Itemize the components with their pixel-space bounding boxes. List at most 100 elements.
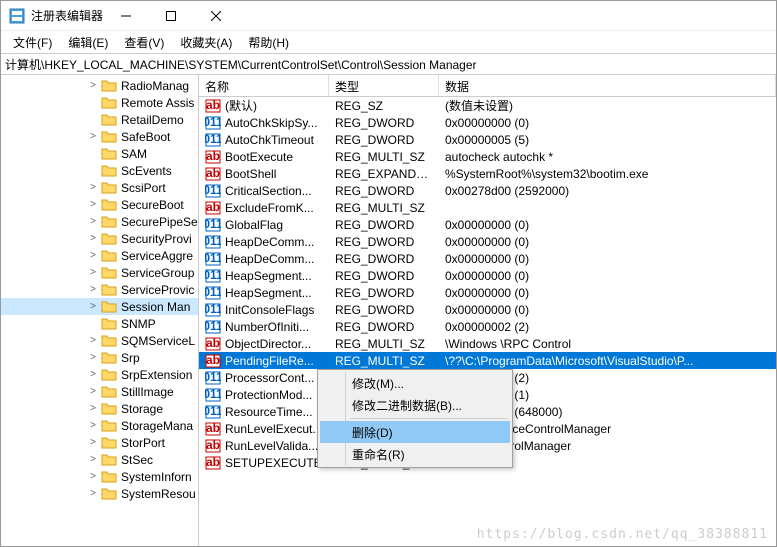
tree-item[interactable]: > RadioManag — [1, 77, 198, 94]
minimize-button[interactable] — [103, 1, 148, 31]
list-row[interactable]: 011NumberOfIniti...REG_DWORD0x00000002 (… — [199, 318, 776, 335]
svg-text:011: 011 — [205, 133, 221, 146]
menu-view[interactable]: 查看(V) — [116, 32, 172, 53]
folder-icon — [101, 147, 117, 161]
col-header-type[interactable]: 类型 — [329, 75, 439, 96]
tree-item[interactable]: >Srp — [1, 349, 198, 366]
tree-expand-icon[interactable]: > — [87, 437, 99, 449]
list-row[interactable]: ab(默认)REG_SZ(数值未设置) — [199, 97, 776, 114]
tree-expand-icon[interactable]: > — [87, 233, 99, 245]
tree-item[interactable]: >ServiceAggre — [1, 247, 198, 264]
folder-icon — [101, 266, 117, 280]
menu-help[interactable]: 帮助(H) — [240, 32, 297, 53]
tree-expand-icon[interactable] — [87, 97, 99, 109]
tree-item[interactable]: > ServiceGroup — [1, 264, 198, 281]
context-menu-item[interactable]: 修改(M)... — [320, 372, 510, 394]
tree-item-label: ServiceGroup — [121, 266, 194, 280]
value-data: 0x00278d00 (2592000) — [439, 184, 776, 198]
tree-item[interactable]: >Session Man — [1, 298, 198, 315]
tree-item[interactable]: > SQMServiceL — [1, 332, 198, 349]
tree-item[interactable]: RetailDemo — [1, 111, 198, 128]
list-row[interactable]: 011CriticalSection...REG_DWORD0x00278d00… — [199, 182, 776, 199]
tree-expand-icon[interactable]: > — [87, 199, 99, 211]
tree-expand-icon[interactable] — [87, 114, 99, 126]
tree-item[interactable]: >SecurityProvi — [1, 230, 198, 247]
string-value-icon: ab — [205, 150, 221, 164]
col-header-data[interactable]: 数据 — [439, 75, 776, 96]
list-row[interactable]: 011AutoChkSkipSy...REG_DWORD0x00000000 (… — [199, 114, 776, 131]
tree-item[interactable]: >ServiceProvic — [1, 281, 198, 298]
tree-expand-icon[interactable]: > — [87, 301, 99, 313]
tree-expand-icon[interactable] — [87, 148, 99, 160]
tree-item[interactable]: >StorPort — [1, 434, 198, 451]
col-header-name[interactable]: 名称 — [199, 75, 329, 96]
tree-item[interactable]: SNMP — [1, 315, 198, 332]
tree-expand-icon[interactable]: > — [87, 182, 99, 194]
value-data: \??\C:\ProgramData\Microsoft\VisualStudi… — [439, 354, 776, 368]
tree-expand-icon[interactable]: > — [87, 454, 99, 466]
tree-expand-icon[interactable]: > — [87, 471, 99, 483]
svg-text:ab: ab — [206, 99, 220, 112]
list-row[interactable]: abBootExecuteREG_MULTI_SZautocheck autoc… — [199, 148, 776, 165]
tree-item[interactable]: >ScsiPort — [1, 179, 198, 196]
list-row[interactable]: 011HeapSegment...REG_DWORD0x00000000 (0) — [199, 267, 776, 284]
tree-item[interactable]: >SystemResou — [1, 485, 198, 502]
tree-expand-icon[interactable]: > — [87, 284, 99, 296]
tree-item-label: RadioManag — [121, 79, 189, 93]
tree-item[interactable]: >StorageMana — [1, 417, 198, 434]
value-name: HeapSegment... — [225, 269, 312, 283]
menu-edit[interactable]: 编辑(E) — [60, 32, 116, 53]
context-menu-item[interactable]: 删除(D) — [320, 421, 510, 443]
tree-expand-icon[interactable]: > — [87, 131, 99, 143]
tree-item[interactable]: >SecureBoot — [1, 196, 198, 213]
tree-expand-icon[interactable] — [87, 165, 99, 177]
tree-expand-icon[interactable]: > — [87, 488, 99, 500]
tree-item[interactable]: >SecurePipeSe — [1, 213, 198, 230]
list-row[interactable]: 011HeapSegment...REG_DWORD0x00000000 (0) — [199, 284, 776, 301]
list-row[interactable]: abObjectDirector...REG_MULTI_SZ\Windows … — [199, 335, 776, 352]
list-row[interactable]: 011HeapDeComm...REG_DWORD0x00000000 (0) — [199, 233, 776, 250]
tree-item[interactable]: >StillImage — [1, 383, 198, 400]
tree-expand-icon[interactable] — [87, 318, 99, 330]
tree-expand-icon[interactable]: > — [87, 216, 99, 228]
tree-item[interactable]: >SafeBoot — [1, 128, 198, 145]
menu-file[interactable]: 文件(F) — [5, 32, 60, 53]
tree-pane[interactable]: > RadioManagRemote AssisRetailDemo>SafeBo… — [1, 75, 199, 546]
menu-favorites[interactable]: 收藏夹(A) — [172, 32, 240, 53]
list-row[interactable]: abPendingFileRe...REG_MULTI_SZ\??\C:\Pro… — [199, 352, 776, 369]
list-row[interactable]: 011GlobalFlagREG_DWORD0x00000000 (0) — [199, 216, 776, 233]
list-row[interactable]: 011HeapDeComm...REG_DWORD0x00000000 (0) — [199, 250, 776, 267]
tree-expand-icon[interactable]: > — [87, 335, 99, 347]
tree-item[interactable]: >StSec — [1, 451, 198, 468]
context-menu-item[interactable]: 修改二进制数据(B)... — [320, 394, 510, 416]
list-row[interactable]: abBootShellREG_EXPAND_SZ%SystemRoot%\sys… — [199, 165, 776, 182]
value-name: ObjectDirector... — [225, 337, 311, 351]
tree-expand-icon[interactable]: > — [87, 267, 99, 279]
list-row[interactable]: 011InitConsoleFlagsREG_DWORD0x00000000 (… — [199, 301, 776, 318]
list-row[interactable]: 011AutoChkTimeoutREG_DWORD0x00000005 (5) — [199, 131, 776, 148]
tree-item[interactable]: >SystemInforn — [1, 468, 198, 485]
tree-expand-icon[interactable]: > — [87, 250, 99, 262]
address-bar[interactable]: 计算机\HKEY_LOCAL_MACHINE\SYSTEM\CurrentCon… — [1, 53, 776, 75]
tree-item-label: SQMServiceL — [121, 334, 195, 348]
tree-item[interactable]: Remote Assis — [1, 94, 198, 111]
tree-expand-icon[interactable]: > — [87, 386, 99, 398]
folder-icon — [101, 385, 117, 399]
tree-expand-icon[interactable]: > — [87, 352, 99, 364]
folder-icon — [101, 453, 117, 467]
close-button[interactable] — [193, 1, 238, 31]
list-row[interactable]: abExcludeFromK...REG_MULTI_SZ — [199, 199, 776, 216]
tree-expand-icon[interactable]: > — [87, 80, 99, 92]
context-menu-item[interactable]: 重命名(R) — [320, 443, 510, 465]
string-value-icon: ab — [205, 439, 221, 453]
tree-item[interactable]: ScEvents — [1, 162, 198, 179]
value-data: 0x00000005 (5) — [439, 133, 776, 147]
address-text: 计算机\HKEY_LOCAL_MACHINE\SYSTEM\CurrentCon… — [5, 56, 477, 73]
tree-item[interactable]: >SrpExtension — [1, 366, 198, 383]
tree-expand-icon[interactable]: > — [87, 403, 99, 415]
maximize-button[interactable] — [148, 1, 193, 31]
tree-expand-icon[interactable]: > — [87, 420, 99, 432]
tree-item[interactable]: >Storage — [1, 400, 198, 417]
tree-expand-icon[interactable]: > — [87, 369, 99, 381]
tree-item[interactable]: SAM — [1, 145, 198, 162]
